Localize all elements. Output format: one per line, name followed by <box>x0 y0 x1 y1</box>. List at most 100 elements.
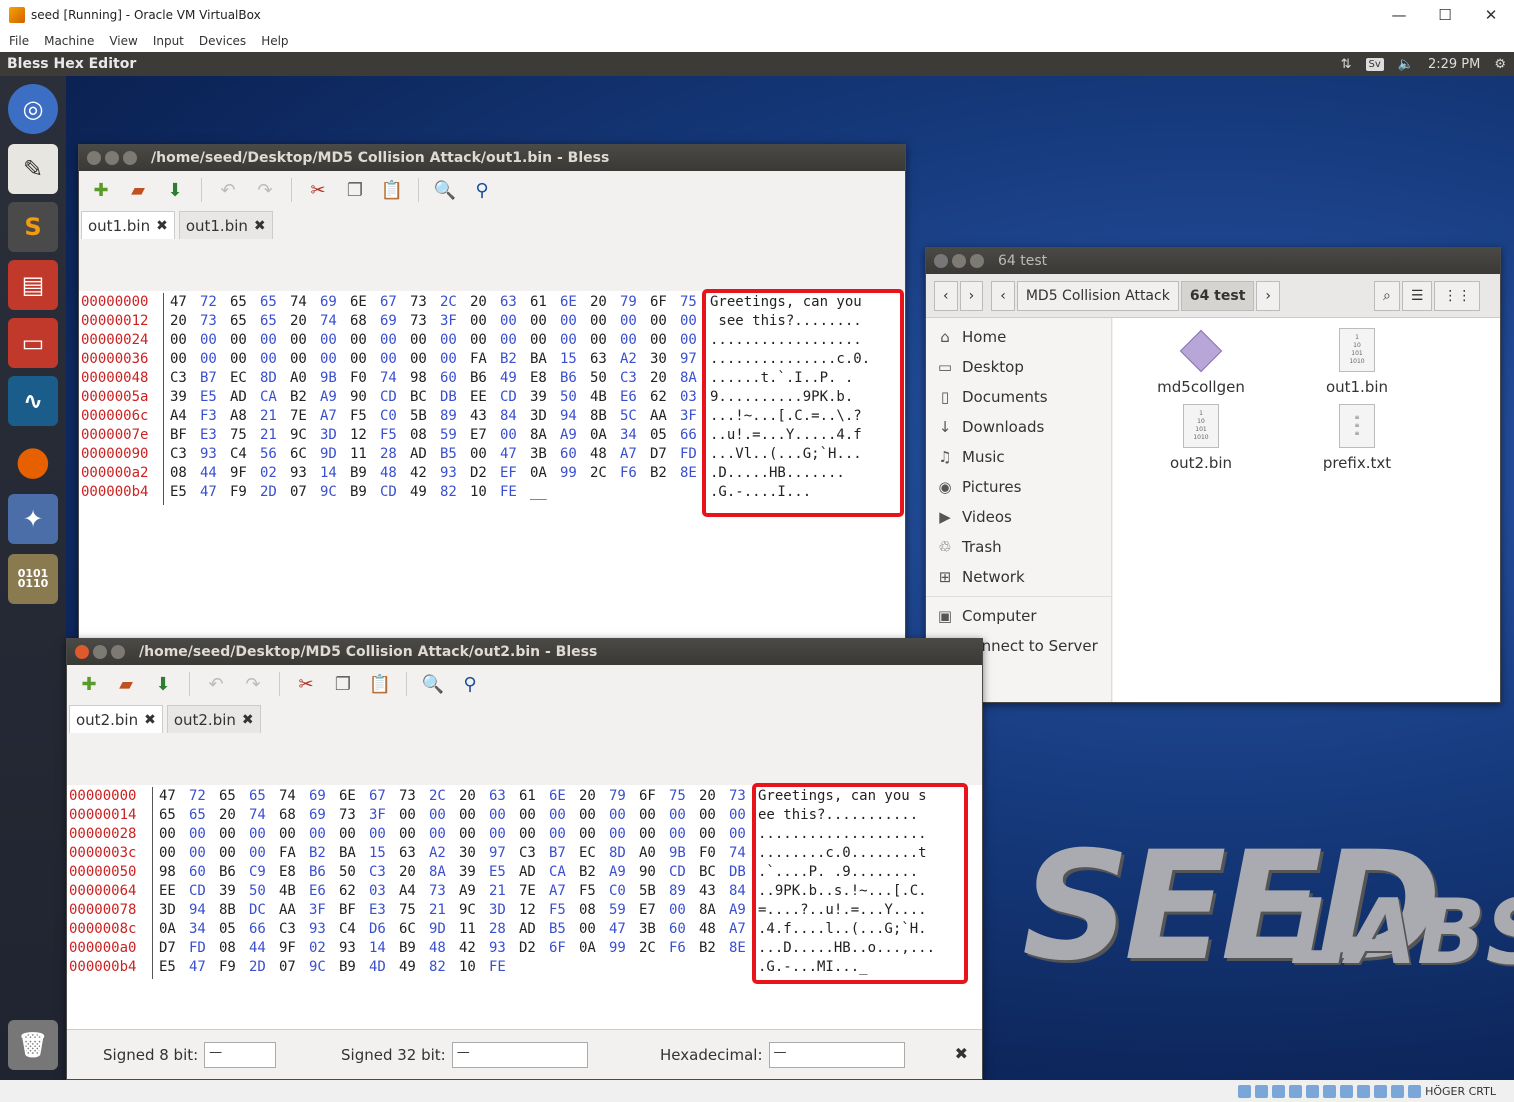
close-dot[interactable] <box>75 645 89 659</box>
close-tab-icon[interactable]: ✖ <box>254 218 266 234</box>
network-icon[interactable]: ⇅ <box>1341 57 1352 72</box>
optical-icon[interactable] <box>1255 1084 1269 1098</box>
wireshark-icon[interactable]: ∿ <box>8 376 58 426</box>
clock[interactable]: 2:29 PM <box>1428 57 1480 72</box>
find-icon[interactable]: 🔍 <box>431 176 459 204</box>
list-view-icon[interactable]: ☰ <box>1401 280 1433 311</box>
maximize-dot[interactable] <box>970 254 984 268</box>
hex-row[interactable]: 47 72 65 65 74 69 6E 67 73 2C 20 63 61 6E 20 79 6F 75 <box>170 293 710 312</box>
hex-row[interactable]: BF E3 75 21 9C 3D 12 F5 08 59 E7 00 8A A9 0A 34 05 66 <box>170 426 710 445</box>
hex-row[interactable]: E5 47 F9 2D 07 9C B9 4D 49 82 10 FE <box>159 958 759 977</box>
bless1-hex-view[interactable]: 00000000 00000012 00000024 00000036 00000048… <box>79 289 905 679</box>
sidebar-item-downloads[interactable]: ↓ Downloads <box>926 412 1111 442</box>
settings-gear-icon[interactable]: ⚙ <box>1494 57 1506 72</box>
hex-row[interactable]: C3 93 C4 56 6C 9D 11 28 AD B5 00 47 3B 60 48 A7 D7 FD <box>170 445 710 464</box>
file-item-out2[interactable]: 1 10 101 1010 out2.bin <box>1151 404 1251 472</box>
minimize-dot[interactable] <box>952 254 966 268</box>
hex-row[interactable]: EE CD 39 50 4B E6 62 03 A4 73 A9 21 7E A7 F5 C0 5B 89 43 84 <box>159 882 759 901</box>
hex-field[interactable]: — <box>768 1042 905 1068</box>
cut-icon[interactable]: ✂ <box>304 176 332 204</box>
new-file-icon[interactable]: ✚ <box>75 670 103 698</box>
firefox-icon[interactable]: ● <box>8 436 58 486</box>
trash-icon[interactable]: 🗑 <box>8 1020 58 1070</box>
menu-devices[interactable]: Devices <box>199 34 252 48</box>
hex-row[interactable]: 39 E5 AD CA B2 A9 90 CD BC DB EE CD 39 50 4B E6 62 03 <box>170 388 710 407</box>
audio-icon[interactable] <box>1272 1084 1286 1098</box>
sidebar-item-network[interactable]: ⊞ Network <box>926 562 1111 592</box>
hex-column[interactable]: 47 72 65 65 74 69 6E 67 73 2C 20 63 61 6E 20 79 6F 75 20 73… <box>170 293 710 502</box>
close-dot[interactable] <box>87 151 101 165</box>
maximize-dot[interactable] <box>123 151 137 165</box>
hex-row[interactable]: 00 00 00 00 00 00 00 00 00 00 00 00 00 00 00 00 00 00 00 00 <box>159 825 759 844</box>
cpu-icon[interactable] <box>1374 1084 1388 1098</box>
hex-row[interactable]: 47 72 65 65 74 69 6E 67 73 2C 20 63 61 6E 20 79 6F 75 20 73 <box>159 787 759 806</box>
cut-icon[interactable]: ✂ <box>292 670 320 698</box>
grid-view-icon[interactable]: ⋮⋮ <box>1434 280 1481 311</box>
open-folder-icon[interactable]: ▰ <box>124 176 152 204</box>
paste-icon[interactable]: 📋 <box>378 176 406 204</box>
hex-row[interactable]: 98 60 B6 C9 E8 B6 50 C3 20 8A 39 E5 AD CA B2 A9 90 CD BC DB <box>159 863 759 882</box>
paste-icon[interactable]: 📋 <box>366 670 394 698</box>
forward-button[interactable]: › <box>959 280 984 311</box>
back-button[interactable]: ‹ <box>934 280 958 311</box>
hex-row[interactable]: E5 47 F9 2D 07 9C B9 CD 49 82 10 FE __ <box>170 483 710 502</box>
terminal-icon[interactable]: ▤ <box>8 260 58 310</box>
open-folder-icon[interactable]: ▰ <box>112 670 140 698</box>
copy-icon[interactable]: ❐ <box>341 176 369 204</box>
close-button[interactable]: ✕ <box>1468 0 1514 30</box>
hex-row[interactable]: 65 65 20 74 68 69 73 3F 00 00 00 00 00 00 00 00 00 00 00 00 <box>159 806 759 825</box>
signed32-field[interactable]: — <box>451 1042 588 1068</box>
menu-view[interactable]: View <box>109 34 143 48</box>
file-item-out1[interactable]: 1 10 101 1010 out1.bin <box>1307 328 1407 396</box>
redo-icon[interactable]: ↷ <box>239 670 267 698</box>
hex-row[interactable]: 3D 94 8B DC AA 3F BF E3 75 21 9C 3D 12 F5 08 59 E7 00 8A A9 <box>159 901 759 920</box>
find-icon[interactable]: 🔍 <box>419 670 447 698</box>
keyboard-icon[interactable] <box>1408 1084 1422 1098</box>
hex-row[interactable]: 20 73 65 65 20 74 68 69 73 3F 00 00 00 00 00 00 00 00 <box>170 312 710 331</box>
keyboard-layout[interactable]: Sv <box>1365 57 1384 71</box>
file-item-md5collgen[interactable]: md5collgen <box>1151 329 1251 396</box>
menu-file[interactable]: File <box>9 34 35 48</box>
path-segment-current[interactable]: 64 test <box>1180 280 1255 311</box>
close-statusbar-icon[interactable]: ✖ <box>955 1044 968 1063</box>
shared-folder-icon[interactable] <box>1323 1084 1337 1098</box>
undo-icon[interactable]: ↶ <box>214 176 242 204</box>
file-item-prefix[interactable]: ≡ ≡ ≡ prefix.txt <box>1307 404 1407 472</box>
save-icon[interactable]: ⬇ <box>149 670 177 698</box>
undo-icon[interactable]: ↶ <box>202 670 230 698</box>
hex-row[interactable]: 00 00 00 00 00 00 00 00 00 00 00 00 00 00 00 00 00 00 <box>170 331 710 350</box>
minimize-dot[interactable] <box>93 645 107 659</box>
close-tab-icon[interactable]: ✖ <box>156 218 168 234</box>
hex-row[interactable]: A4 F3 A8 21 7E A7 F5 C0 5B 89 43 84 3D 94 8B 5C AA 3F <box>170 407 710 426</box>
system-settings-icon[interactable]: ✦ <box>8 494 58 544</box>
bless-hex-editor-icon[interactable]: 0101 0110 <box>8 554 58 604</box>
files-icon[interactable]: ▭ <box>8 318 58 368</box>
hdd-icon[interactable] <box>1238 1084 1252 1098</box>
hex-row[interactable]: D7 FD 08 44 9F 02 93 14 B9 48 42 93 D2 6F 0A 99 2C F6 B2 8E <box>159 939 759 958</box>
text-editor-icon[interactable]: ✎ <box>8 144 58 194</box>
minimize-dot[interactable] <box>105 151 119 165</box>
path-scroll-left[interactable]: ‹ <box>991 280 1015 311</box>
sidebar-item-pictures[interactable]: ◉ Pictures <box>926 472 1111 502</box>
hex-row[interactable]: 08 44 9F 02 93 14 B9 48 42 93 D2 EF 0A 99 2C F6 B2 8E <box>170 464 710 483</box>
display-icon[interactable] <box>1340 1084 1354 1098</box>
hex-row[interactable]: 0A 34 05 66 C3 93 C4 D6 6C 9D 11 28 AD B5 00 47 3B 60 48 A7 <box>159 920 759 939</box>
menu-input[interactable]: Input <box>153 34 190 48</box>
ubuntu-dash-icon[interactable]: ◎ <box>8 84 58 134</box>
find-replace-icon[interactable]: ⚲ <box>468 176 496 204</box>
copy-icon[interactable]: ❐ <box>329 670 357 698</box>
sublime-text-icon[interactable]: S <box>8 202 58 252</box>
tab-out1-active[interactable]: out1.bin ✖ <box>81 211 175 239</box>
sidebar-item-computer[interactable]: ▣ Computer <box>926 601 1111 631</box>
path-segment-parent[interactable]: MD5 Collision Attack <box>1016 280 1179 311</box>
sidebar-item-home[interactable]: ⌂ Home <box>926 322 1111 352</box>
hex-column[interactable]: 47 72 65 65 74 69 6E 67 73 2C 20 63 61 6E 20 79 6F 75 20 73… <box>159 787 759 977</box>
path-scroll-right[interactable]: › <box>1256 280 1281 311</box>
sidebar-item-documents[interactable]: ▯ Documents <box>926 382 1111 412</box>
signed8-field[interactable]: — <box>204 1042 277 1068</box>
sidebar-item-music[interactable]: ♫ Music <box>926 442 1111 472</box>
recording-icon[interactable] <box>1357 1084 1371 1098</box>
maximize-dot[interactable] <box>111 645 125 659</box>
close-dot[interactable] <box>934 254 948 268</box>
tab-out2-active[interactable]: out2.bin ✖ <box>69 705 163 733</box>
